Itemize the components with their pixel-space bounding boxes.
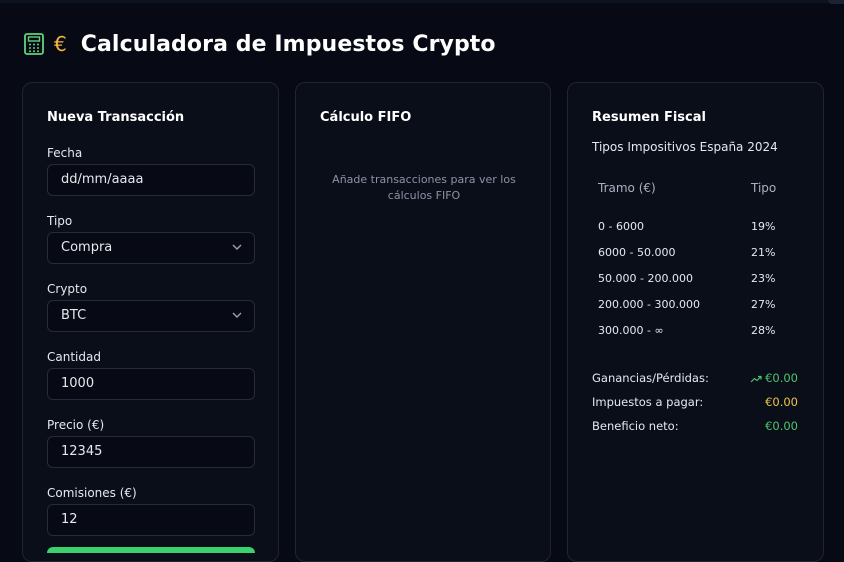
quantity-input[interactable]: 1000: [47, 368, 255, 400]
taxes-due-label: Impuestos a pagar:: [592, 395, 704, 409]
bracket-cell: 50.000 - 200.000: [598, 272, 693, 285]
table-row: 50.000 - 200.000 23%: [598, 272, 778, 288]
price-label: Precio (€): [47, 418, 105, 432]
rate-cell: 19%: [751, 220, 776, 233]
trending-up-icon: [750, 375, 762, 382]
fifo-empty-message: Añade transacciones para ver los cálculo…: [320, 172, 528, 204]
new-transaction-card: Nueva Transacción Fecha dd/mm/aaaa Tipo …: [22, 82, 279, 562]
page-title: Calculadora de Impuestos Crypto: [80, 31, 496, 57]
fifo-empty-line-2: cálculos FIFO: [387, 189, 461, 202]
type-select[interactable]: Compra: [47, 232, 255, 264]
bracket-cell: 6000 - 50.000: [598, 246, 676, 259]
crypto-select[interactable]: BTC: [47, 300, 255, 332]
bracket-cell: 200.000 - 300.000: [598, 298, 700, 311]
table-row: 6000 - 50.000 21%: [598, 246, 778, 262]
table-row: 300.000 - ∞ 28%: [598, 324, 778, 340]
quantity-label: Cantidad: [47, 350, 101, 364]
fifo-empty-line-1: Añade transacciones para ver los: [332, 173, 516, 186]
calculator-icon: [24, 33, 44, 55]
taxes-due-line: Impuestos a pagar: €0.00: [592, 395, 800, 411]
rate-cell: 21%: [751, 246, 776, 259]
date-label: Fecha: [47, 146, 83, 160]
tax-summary-title: Resumen Fiscal: [592, 110, 706, 125]
bracket-cell: 300.000 - ∞: [598, 324, 664, 337]
new-transaction-title: Nueva Transacción: [47, 110, 185, 125]
window-corner-handle: [828, 0, 844, 4]
euro-icon: €: [54, 32, 67, 56]
table-row: 200.000 - 300.000 27%: [598, 298, 778, 314]
gains-losses-label: Ganancias/Pérdidas:: [592, 371, 709, 385]
tax-summary-card: Resumen Fiscal Tipos Impositivos España …: [567, 82, 824, 562]
rate-cell: 28%: [751, 324, 776, 337]
crypto-select-value: BTC: [61, 308, 87, 323]
fifo-card: Cálculo FIFO Añade transacciones para ve…: [295, 82, 551, 562]
type-label: Tipo: [47, 214, 73, 228]
taxes-due-value: €0.00: [765, 395, 798, 409]
table-row: 0 - 6000 19%: [598, 220, 778, 236]
bracket-column-header: Tramo (€): [598, 181, 656, 195]
gains-losses-value-wrap: €0.00: [750, 371, 798, 385]
rate-cell: 23%: [751, 272, 776, 285]
tax-rates-subtitle: Tipos Impositivos España 2024: [592, 140, 778, 154]
price-input[interactable]: 12345: [47, 436, 255, 468]
page-header: € Calculadora de Impuestos Crypto: [24, 28, 496, 60]
net-profit-label: Beneficio neto:: [592, 419, 679, 433]
crypto-label: Crypto: [47, 282, 88, 296]
chevron-down-icon: [232, 312, 242, 318]
gains-losses-line: Ganancias/Pérdidas: €0.00: [592, 371, 800, 387]
rate-column-header: Tipo: [751, 181, 777, 195]
type-select-value: Compra: [61, 240, 113, 255]
bracket-cell: 0 - 6000: [598, 220, 644, 233]
net-profit-value: €0.00: [765, 419, 798, 433]
gains-losses-value: €0.00: [765, 371, 798, 385]
fifo-title: Cálculo FIFO: [320, 110, 412, 125]
window-top-bar: [0, 0, 844, 4]
rate-cell: 27%: [751, 298, 776, 311]
net-profit-line: Beneficio neto: €0.00: [592, 419, 800, 435]
fees-label: Comisiones (€): [47, 486, 137, 500]
fees-input[interactable]: 12: [47, 504, 255, 536]
chevron-down-icon: [232, 244, 242, 250]
date-input[interactable]: dd/mm/aaaa: [47, 164, 255, 196]
